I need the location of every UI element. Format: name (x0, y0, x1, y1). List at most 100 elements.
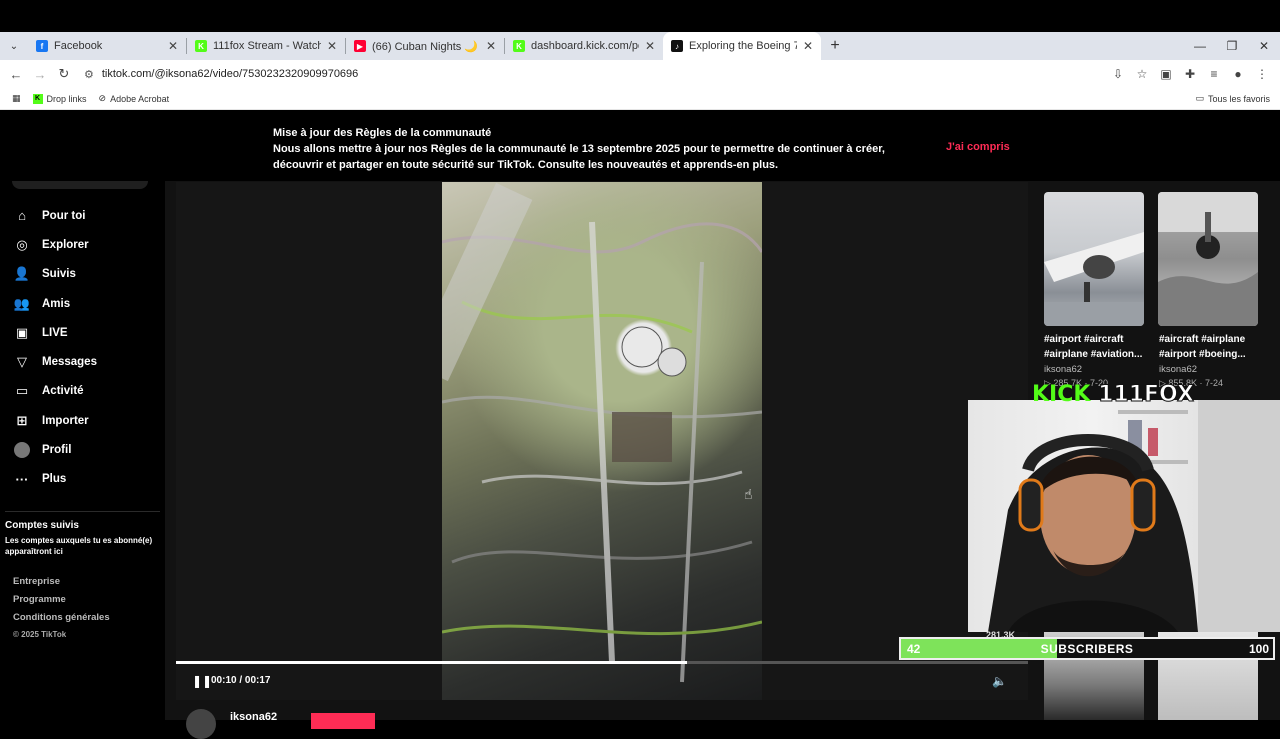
banner-accept-button[interactable]: J'ai compris (946, 141, 1010, 153)
mouse-cursor-icon: ☝ (744, 486, 753, 502)
minimize-icon[interactable]: — (1184, 39, 1216, 53)
extensions-icon[interactable]: ✚ (1182, 67, 1198, 81)
back-icon[interactable]: ← (4, 67, 28, 82)
related-thumbnail[interactable] (1158, 192, 1258, 326)
bookmark-star-icon[interactable]: ☆ (1134, 67, 1150, 81)
toolbar-icons: ⇩ ☆ ▣ ✚ ≡ ● ⋮ (1110, 67, 1280, 81)
browser-tab[interactable]: ♪ Exploring the Boeing 737: A ✕ (663, 32, 821, 60)
related-caption[interactable]: #airport #aircraft #airplane #aviation..… (1044, 332, 1148, 362)
media-icon[interactable]: ≡ (1206, 67, 1222, 81)
browser-tab[interactable]: Kdashboard.kick.com/popout/11 ✕ (505, 32, 663, 60)
profile-icon[interactable]: ● (1230, 67, 1246, 81)
tab-close-icon[interactable]: ✕ (486, 39, 496, 53)
video-frame[interactable] (442, 182, 762, 700)
tab-favicon-icon: K (513, 40, 525, 52)
tab-close-icon[interactable]: ✕ (803, 39, 813, 53)
bookmark-drop-links[interactable]: K Drop links (32, 93, 87, 104)
bookmarks-bar: ▦ K Drop links ⊘ Adobe Acrobat ▭ Tous les f… (0, 88, 1280, 110)
copyright: © 2025 TikTok (13, 630, 67, 639)
sidebar-item-profil[interactable]: Profil (14, 435, 97, 464)
sidebar-item-label: Pour toi (42, 209, 86, 222)
video-player[interactable]: ❚❚ 00:10 / 00:17 🔈 (176, 182, 1028, 700)
following-accounts-section: Comptes suivis Les comptes auxquels tu e… (5, 511, 160, 557)
more-icon: ··· (15, 471, 29, 487)
reload-icon[interactable]: ↻ (52, 66, 76, 82)
sidebar-item-explorer[interactable]: ◎ Explorer (14, 230, 97, 259)
acrobat-icon: ⊘ (98, 93, 107, 103)
channel-logo-text: 111FOX (1098, 382, 1195, 408)
tab-close-icon[interactable]: ✕ (327, 39, 337, 53)
tab-search-icon[interactable]: ⌄ (0, 32, 28, 60)
video-controls: ❚❚ 00:10 / 00:17 🔈 (176, 672, 1028, 692)
community-update-banner: Mise à jour des Règles de la communauté … (0, 111, 1280, 181)
kick-logo-text: KICK (1032, 382, 1091, 407)
subscriber-label: SUBSCRIBERS (1040, 642, 1134, 656)
sidebar-item-live[interactable]: ▣ LIVE (14, 318, 97, 347)
tab-close-icon[interactable]: ✕ (168, 39, 178, 53)
extension-kick-icon[interactable]: ▣ (1158, 67, 1174, 81)
all-bookmarks[interactable]: ▭ Tous les favoris (1195, 93, 1270, 104)
author-avatar[interactable] (186, 709, 216, 739)
site-info-icon[interactable]: ⚙ (84, 68, 94, 81)
new-tab-button[interactable]: + (821, 37, 849, 55)
url-field[interactable]: ⚙ tiktok.com/@iksona62/video/75302323209… (84, 63, 1110, 85)
sidebar-item-messages[interactable]: ▽ Messages (14, 347, 97, 376)
browser-tab[interactable]: K 111fox Stream - Watch Live on ✕ (187, 32, 345, 60)
follow-button[interactable] (311, 713, 376, 729)
sidebar-item-label: Suivis (42, 268, 76, 281)
search-input[interactable] (12, 181, 148, 189)
author-name[interactable]: iksona62 (230, 711, 277, 739)
browser-tab[interactable]: f Facebook ✕ (28, 32, 186, 60)
tab-favicon-icon: ♪ (671, 40, 683, 52)
airplane-thumbnail (1044, 232, 1144, 326)
subscriber-goal: 100 (1248, 642, 1269, 656)
sidebar-item-suivis[interactable]: 👤 Suivis (14, 260, 97, 289)
tab-title: dashboard.kick.com/popout/11 (531, 40, 639, 52)
restore-icon[interactable]: ❐ (1216, 39, 1248, 53)
tab-title: Facebook (54, 40, 103, 52)
footer-link-conditions[interactable]: Conditions générales (13, 612, 110, 630)
footer-link-entreprise[interactable]: Entreprise (13, 576, 110, 594)
footer-link-programme[interactable]: Programme (13, 594, 110, 612)
sidebar-item-activité[interactable]: ▭ Activité (14, 377, 97, 406)
tab-title: Exploring the Boeing 737: A (689, 40, 797, 52)
sidebar-item-pour-toi[interactable]: ⌂ Pour toi (14, 201, 97, 230)
bookmark-label: Tous les favoris (1207, 93, 1270, 104)
bookmark-adobe-acrobat[interactable]: ⊘ Adobe Acrobat (99, 93, 170, 104)
tab-title: (66) Cuban Nights 🌙 Vintage (372, 40, 480, 53)
upload-icon: ⊞ (16, 412, 28, 428)
pause-icon[interactable]: ❚❚ (192, 674, 212, 688)
following-description: Les comptes auxquels tu es abonné(e) app… (5, 536, 153, 556)
streamer-webcam (988, 400, 1280, 632)
sidebar-item-plus[interactable]: ··· Plus (14, 465, 97, 494)
related-caption[interactable]: #aircraft #airplane #airport #boeing... (1159, 332, 1263, 362)
video-time: 00:10 / 00:17 (211, 675, 271, 686)
related-author[interactable]: iksona62 (1044, 364, 1082, 375)
friends-icon: 👥 (13, 295, 31, 311)
author-row: iksona62 (186, 709, 376, 739)
video-progress-bar[interactable] (176, 661, 1028, 664)
volume-icon[interactable]: 🔈 (992, 674, 1007, 688)
related-thumbnail[interactable] (1044, 192, 1144, 326)
forward-icon[interactable]: → (28, 67, 52, 82)
bookmark-label: Adobe Acrobat (110, 93, 170, 104)
banner-title: Mise à jour des Règles de la communauté (273, 127, 492, 139)
menu-kebab-icon[interactable]: ⋮ (1254, 67, 1270, 81)
kick-icon: K (32, 93, 43, 104)
browser-tab[interactable]: ▶ (66) Cuban Nights 🌙 Vintage ✕ (346, 32, 504, 60)
tab-close-icon[interactable]: ✕ (645, 39, 655, 53)
sidebar-item-label: Explorer (42, 238, 89, 251)
folder-icon: ▭ (1195, 93, 1204, 103)
tab-favicon-icon: f (36, 40, 48, 52)
sidebar-item-importer[interactable]: ⊞ Importer (14, 406, 97, 435)
related-author[interactable]: iksona62 (1159, 364, 1197, 375)
close-window-icon[interactable]: ✕ (1248, 39, 1280, 53)
sidebar-item-label: Plus (42, 473, 67, 486)
sidebar-item-label: LIVE (42, 326, 68, 339)
install-icon[interactable]: ⇩ (1110, 67, 1126, 81)
sidebar-item-label: Activité (42, 385, 84, 398)
kick-logo: KICK 111FOX (1032, 382, 1195, 408)
sidebar-item-amis[interactable]: 👥 Amis (14, 289, 97, 318)
apps-grid-icon[interactable]: ▦ (12, 93, 21, 104)
sidebar-item-label: Importer (42, 414, 89, 427)
